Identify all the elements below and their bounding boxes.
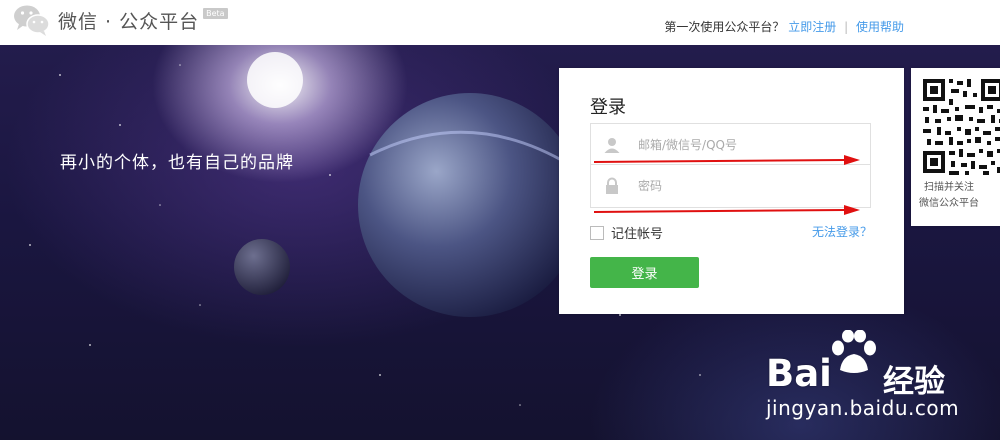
header-separator: | [844,20,849,34]
paw-icon [832,330,876,373]
top-header: 微信 · 公众平台 Beta 第一次使用公众平台？ 立即注册 | 使用帮助 [0,0,1000,45]
watermark-brand-cn: 经验 [883,364,945,400]
password-field[interactable] [590,165,871,208]
remember-checkbox[interactable] [590,225,604,240]
wechat-logo-icon [14,5,50,36]
user-icon [604,138,620,153]
remember-label: 记住帐号 [611,227,664,242]
forgot-login-link[interactable]: 无法登录？ [812,223,872,240]
qr-code-icon [921,77,1000,177]
login-button[interactable]: 登录 [590,257,699,288]
beta-badge: Beta [203,7,228,19]
header-links: 第一次使用公众平台？ 立即注册 | 使用帮助 [664,18,904,35]
login-panel: 登录 记住帐号 无法登录？ 登录 [559,68,904,314]
baidu-jingyan-watermark: Bai 经验 jingyan.baidu.com [766,330,991,430]
annotation-arrow-icon [594,155,860,165]
remember-account[interactable]: 记住帐号 [590,223,663,242]
banner-tagline: 再小的个体，也有自己的品牌 [60,153,294,173]
logo-title: 微信 · 公众平台 [58,10,200,33]
password-input[interactable] [638,174,858,198]
qr-caption-line1: 扫描并关注 [924,182,974,193]
logo[interactable]: 微信 · 公众平台 Beta [12,2,228,38]
account-input[interactable] [638,133,858,157]
qr-caption-line2: 微信公众平台 [919,198,979,209]
first-time-text: 第一次使用公众平台？ [664,20,785,34]
watermark-brand: Bai [766,352,832,395]
help-link[interactable]: 使用帮助 [856,20,904,34]
annotation-arrow-icon [594,205,860,215]
login-title: 登录 [590,97,626,118]
register-link[interactable]: 立即注册 [788,20,836,34]
lock-icon [606,177,618,194]
qr-panel: 扫描并关注 微信公众平台 [911,68,1000,226]
qr-caption: 扫描并关注 微信公众平台 [911,180,987,212]
watermark-url: jingyan.baidu.com [766,396,960,420]
